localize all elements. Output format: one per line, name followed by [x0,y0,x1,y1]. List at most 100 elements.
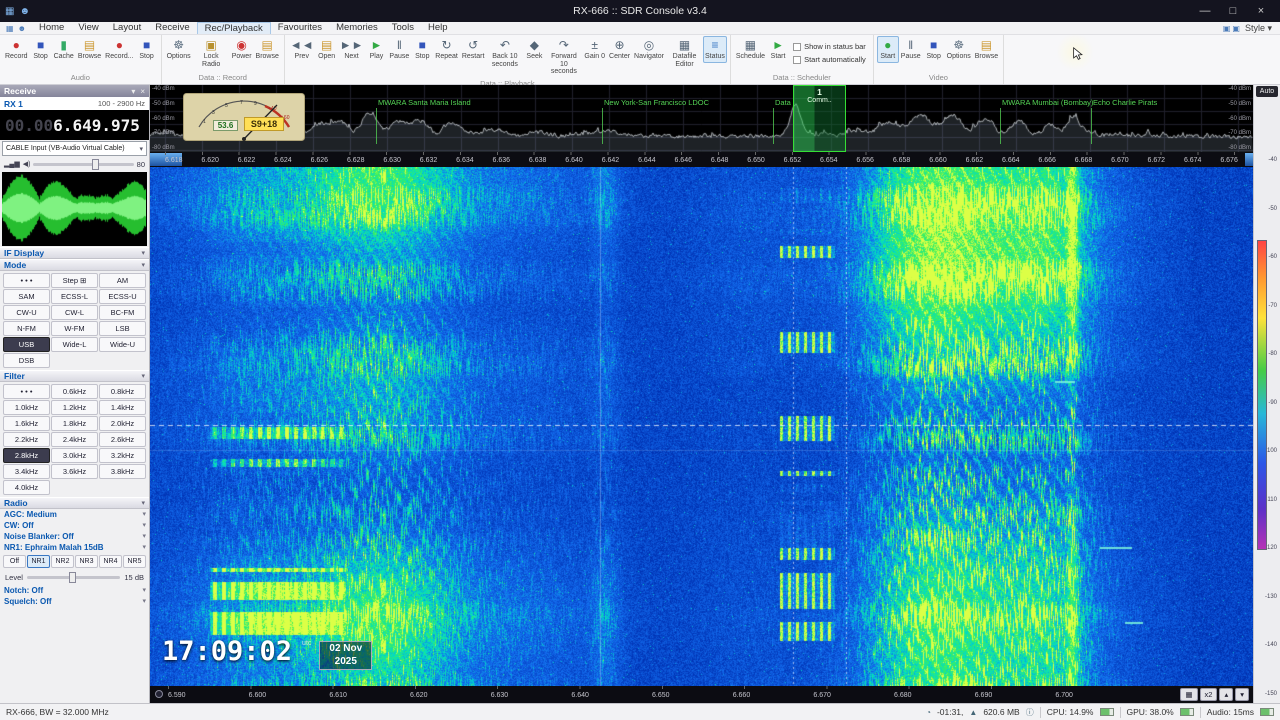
filter-button[interactable]: 1.8kHz [51,416,98,431]
mode-button[interactable]: Wide-U [99,337,146,352]
menu-tab[interactable]: Receive [148,22,196,34]
ribbon-button[interactable]: ↶ Back 10 seconds [486,36,523,70]
ribbon-button[interactable]: ■ Stop [923,36,945,63]
waterfall-canvas[interactable] [150,167,1253,686]
ribbon-button[interactable]: ▤ Browse [973,36,1000,63]
minimize-button[interactable]: — [1191,0,1219,22]
menu-tab[interactable]: Help [421,22,455,34]
menu-tab[interactable]: Home [32,22,71,34]
station-marker[interactable]: New York-San Francisco LDOC [601,98,709,144]
channel-highlight-box[interactable]: 1 Comm.. [793,85,846,152]
menu-tab[interactable]: Layout [106,22,149,34]
menu-tab[interactable]: Rec/Playback [196,22,271,34]
display-icon[interactable]: ▣ [1232,24,1240,33]
ribbon-button[interactable]: ▤ Browse [76,36,103,63]
section-if-display[interactable]: IF Display ▾ [0,247,149,259]
quick-access-icon[interactable]: ▦ [6,24,14,33]
quick-access-icon[interactable]: ☻ [18,24,26,33]
radio-setting-row[interactable]: NR1: Ephraim Malah 15dB [0,542,149,553]
palette-colorbar[interactable] [1257,240,1267,550]
ribbon-button[interactable]: ■ Stop [30,36,52,63]
ribbon-button[interactable]: ▦ Schedule [734,36,767,63]
ribbon-button[interactable]: ● Start [876,36,899,63]
ribbon-button[interactable]: ☸ Options [945,36,973,63]
station-marker[interactable]: Echo Charlie Pirats [1090,98,1157,144]
ribbon-button[interactable]: ● Record... [103,36,135,63]
ribbon-button[interactable]: ▣ Lock Radio [193,36,230,70]
menu-tab[interactable]: View [71,22,105,34]
ribbon-button[interactable]: ◄◄ Prev [288,36,316,63]
waterfall-zoom-button[interactable]: ▾ [1235,688,1249,701]
mode-button[interactable]: ECSS-U [99,289,146,304]
maximize-button[interactable]: □ [1219,0,1247,22]
filter-button[interactable]: 2.4kHz [51,432,98,447]
ribbon-button[interactable]: ▦ Datafile Editor [666,36,703,70]
filter-button[interactable]: 0.8kHz [99,384,146,399]
filter-button[interactable]: 4.0kHz [3,480,50,495]
noise-reduction-button[interactable]: NR1 [27,555,50,568]
notch-row[interactable]: Notch: Off [0,585,149,596]
filter-button[interactable]: 3.6kHz [51,464,98,479]
filter-button[interactable]: 2.2kHz [3,432,50,447]
mode-button[interactable]: N-FM [3,321,50,336]
ribbon-button[interactable]: ⊕ Center [607,36,632,63]
mode-button[interactable]: CW-U [3,305,50,320]
waterfall-zoom-button[interactable]: ▴ [1219,688,1234,701]
waterfall-frequency-scale[interactable]: 6.590 6.600 6.610 6.620 6.630 6.640 6.650 6.660… [150,686,1253,703]
mode-button[interactable]: BC-FM [99,305,146,320]
menu-tab[interactable]: Tools [385,22,421,34]
mode-button[interactable]: • • • [3,273,50,288]
noise-reduction-button[interactable]: NR3 [75,555,98,568]
mode-button[interactable]: USB [3,337,50,352]
section-filter[interactable]: Filter ▾ [0,370,149,382]
volume-slider-thumb[interactable] [91,158,99,170]
ribbon-button[interactable]: ↷ Forward 10 seconds [545,36,582,78]
filter-button[interactable]: 2.8kHz [3,448,50,463]
style-menu[interactable]: Style ▾ [1245,23,1272,34]
spectrum-frequency-scale[interactable]: 6.618 6.620 6.622 6.624 6.626 6.628 6.630 6.632… [150,152,1253,167]
ribbon-button[interactable]: ≡ Status [703,36,727,63]
station-marker[interactable]: Data [773,98,791,144]
waterfall-zoom-button[interactable]: ▦ [1180,688,1198,701]
checkbox-box[interactable] [793,55,802,64]
filter-button[interactable]: 1.6kHz [3,416,50,431]
mode-button[interactable]: Step ⊞ [51,273,98,288]
ribbon-button[interactable]: ▮ Cache [52,36,76,63]
menu-tab[interactable]: Favourites [271,22,329,34]
ribbon-button[interactable]: ‖ Pause [387,36,411,63]
receive-panel-header[interactable]: Receive ▾ × [0,85,149,97]
filter-button[interactable]: • • • [3,384,50,399]
mode-button[interactable]: ECSS-L [51,289,98,304]
mode-button[interactable]: DSB [3,353,50,368]
waterfall-zoom-button[interactable]: x2 [1199,688,1218,701]
filter-button[interactable]: 0.6kHz [51,384,98,399]
ribbon-button[interactable]: ▤ Open [316,36,338,63]
mode-button[interactable]: W-FM [51,321,98,336]
filter-button[interactable]: 3.4kHz [3,464,50,479]
noise-reduction-button[interactable]: Off [3,555,26,568]
section-mode[interactable]: Mode ▾ [0,259,149,271]
noise-reduction-button[interactable]: NR5 [123,555,146,568]
close-button[interactable]: × [1247,0,1275,22]
ribbon-button[interactable]: ▤ Browse [254,36,281,63]
ribbon-button[interactable]: ► Start [767,36,789,63]
noise-reduction-button[interactable]: NR2 [51,555,74,568]
filter-button[interactable]: 1.2kHz [51,400,98,415]
auto-range-button[interactable]: Auto [1256,86,1278,97]
radio-setting-row[interactable]: CW: Off [0,520,149,531]
filter-button[interactable]: 2.0kHz [99,416,146,431]
filter-button[interactable]: 1.0kHz [3,400,50,415]
filter-button[interactable]: 2.6kHz [99,432,146,447]
audio-device-select[interactable]: CABLE Input (VB-Audio Virtual Cable) ▾ [2,141,147,156]
ribbon-button[interactable]: ► Play [365,36,387,63]
radio-setting-row[interactable]: Noise Blanker: Off [0,531,149,542]
checkbox-show-in-status-bar[interactable]: Show in status bar [793,42,866,51]
filter-button[interactable]: 3.8kHz [99,464,146,479]
station-marker[interactable]: MWARA Santa Maria Island [376,98,471,144]
ribbon-button[interactable]: ◎ Navigator [632,36,666,63]
ribbon-button[interactable]: ►► Next [338,36,366,63]
ribbon-button[interactable]: ◆ Seek [523,36,545,63]
ribbon-button[interactable]: ± Gain 0 [582,36,607,63]
display-icon[interactable]: ▣ [1223,24,1231,33]
checkbox-box[interactable] [793,42,802,51]
